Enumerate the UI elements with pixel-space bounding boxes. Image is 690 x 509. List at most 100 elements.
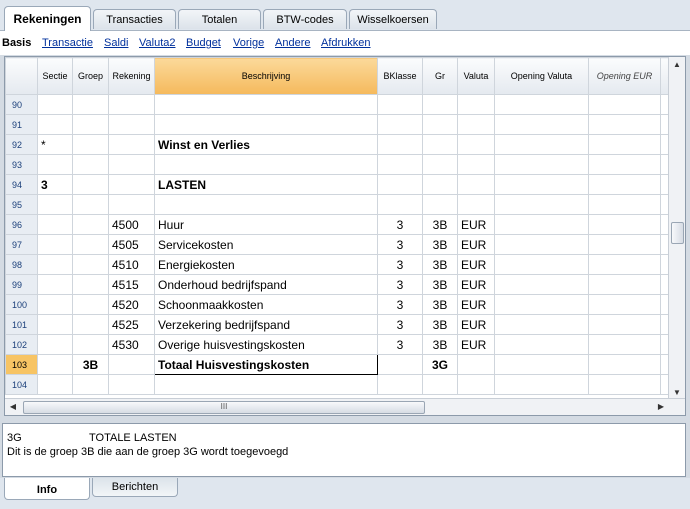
- cell-beschrijving[interactable]: [154, 94, 378, 115]
- cell-groep[interactable]: [72, 374, 109, 395]
- cell-gr[interactable]: 3B: [422, 254, 458, 275]
- cell-beschrijving[interactable]: [154, 374, 378, 395]
- view-andere[interactable]: Andere: [275, 37, 310, 49]
- cell-valuta[interactable]: [457, 354, 495, 375]
- vertical-scroll-thumb[interactable]: [671, 222, 684, 244]
- row-number[interactable]: 104: [5, 374, 38, 395]
- cell-valuta[interactable]: EUR: [457, 214, 495, 235]
- cell-bklasse[interactable]: [377, 94, 423, 115]
- cell-bklasse[interactable]: [377, 174, 423, 195]
- cell-bklasse[interactable]: 3: [377, 214, 423, 235]
- cell-opening-eur[interactable]: [588, 374, 661, 395]
- row-number[interactable]: 93: [5, 154, 38, 175]
- cell-valuta[interactable]: [457, 374, 495, 395]
- cell-bklasse[interactable]: [377, 374, 423, 395]
- cell-sectie[interactable]: [37, 354, 73, 375]
- cell-beschrijving[interactable]: Totaal Huisvestingskosten: [154, 354, 378, 375]
- cell-groep[interactable]: [72, 274, 109, 295]
- column-header-valuta[interactable]: Valuta: [457, 57, 495, 95]
- cell-opening-eur[interactable]: [588, 94, 661, 115]
- row-number[interactable]: 91: [5, 114, 38, 135]
- cell-opening-valuta[interactable]: [494, 374, 589, 395]
- cell-opening-eur[interactable]: [588, 174, 661, 195]
- view-afdrukken[interactable]: Afdrukken: [321, 37, 371, 49]
- cell-valuta[interactable]: [457, 194, 495, 215]
- table-row[interactable]: 98 4510 Energiekosten 3 3B EUR: [5, 254, 681, 275]
- cell-sectie[interactable]: [37, 314, 73, 335]
- cell-sectie[interactable]: [37, 294, 73, 315]
- cell-beschrijving[interactable]: [154, 194, 378, 215]
- cell-bklasse[interactable]: 3: [377, 334, 423, 355]
- cell-groep[interactable]: [72, 114, 109, 135]
- cell-opening-valuta[interactable]: [494, 294, 589, 315]
- cell-sectie[interactable]: *: [37, 134, 73, 155]
- view-budget[interactable]: Budget: [186, 37, 221, 49]
- cell-rekening[interactable]: [108, 194, 155, 215]
- cell-groep[interactable]: 3B: [72, 354, 109, 375]
- cell-rekening[interactable]: 4510: [108, 254, 155, 275]
- cell-gr[interactable]: 3B: [422, 274, 458, 295]
- cell-sectie[interactable]: 3: [37, 174, 73, 195]
- tab-transacties[interactable]: Transacties: [93, 9, 176, 29]
- cell-rekening[interactable]: [108, 174, 155, 195]
- cell-opening-valuta[interactable]: [494, 274, 589, 295]
- table-row[interactable]: 100 4520 Schoonmaakkosten 3 3B EUR: [5, 294, 681, 315]
- cell-beschrijving[interactable]: [154, 114, 378, 135]
- cell-opening-valuta[interactable]: [494, 334, 589, 355]
- view-transactie[interactable]: Transactie: [42, 37, 93, 49]
- column-header-sectie[interactable]: Sectie: [37, 57, 73, 95]
- cell-opening-valuta[interactable]: [494, 314, 589, 335]
- cell-rekening[interactable]: 4525: [108, 314, 155, 335]
- cell-gr[interactable]: 3B: [422, 314, 458, 335]
- cell-rekening[interactable]: 4505: [108, 234, 155, 255]
- cell-opening-valuta[interactable]: [494, 214, 589, 235]
- cell-groep[interactable]: [72, 214, 109, 235]
- scroll-right-icon[interactable]: ▶: [653, 399, 669, 415]
- table-row[interactable]: 93: [5, 154, 681, 175]
- cell-opening-valuta[interactable]: [494, 174, 589, 195]
- cell-opening-eur[interactable]: [588, 154, 661, 175]
- cell-bklasse[interactable]: 3: [377, 294, 423, 315]
- cell-opening-eur[interactable]: [588, 214, 661, 235]
- cell-gr[interactable]: [422, 94, 458, 115]
- cell-groep[interactable]: [72, 174, 109, 195]
- cell-groep[interactable]: [72, 254, 109, 275]
- cell-valuta[interactable]: [457, 114, 495, 135]
- cell-rekening[interactable]: [108, 94, 155, 115]
- cell-opening-eur[interactable]: [588, 314, 661, 335]
- table-row[interactable]: 94 3 LASTEN: [5, 174, 681, 195]
- table-row[interactable]: 91: [5, 114, 681, 135]
- table-row[interactable]: 97 4505 Servicekosten 3 3B EUR: [5, 234, 681, 255]
- cell-gr[interactable]: [422, 194, 458, 215]
- cell-opening-valuta[interactable]: [494, 114, 589, 135]
- cell-rekening[interactable]: [108, 134, 155, 155]
- cell-gr[interactable]: 3B: [422, 234, 458, 255]
- column-header-opening-valuta[interactable]: Opening Valuta: [494, 57, 589, 95]
- view-vorige[interactable]: Vorige: [233, 37, 264, 49]
- cell-sectie[interactable]: [37, 114, 73, 135]
- table-row[interactable]: 92 * Winst en Verlies: [5, 134, 681, 155]
- row-number[interactable]: 100: [5, 294, 38, 315]
- cell-beschrijving[interactable]: Verzekering bedrijfspand: [154, 314, 378, 335]
- cell-beschrijving[interactable]: Energiekosten: [154, 254, 378, 275]
- table-row[interactable]: 95: [5, 194, 681, 215]
- cell-rekening[interactable]: 4530: [108, 334, 155, 355]
- column-header-opening-eur[interactable]: Opening EUR: [588, 57, 661, 95]
- cell-opening-eur[interactable]: [588, 234, 661, 255]
- column-header-beschrijving[interactable]: Beschrijving: [154, 57, 378, 95]
- tab-info[interactable]: Info: [4, 478, 90, 500]
- cell-opening-eur[interactable]: [588, 294, 661, 315]
- cell-bklasse[interactable]: [377, 354, 423, 375]
- cell-gr[interactable]: 3B: [422, 214, 458, 235]
- cell-valuta[interactable]: [457, 154, 495, 175]
- cell-valuta[interactable]: [457, 134, 495, 155]
- cell-beschrijving[interactable]: Overige huisvestingskosten: [154, 334, 378, 355]
- table-row[interactable]: 104: [5, 374, 681, 395]
- cell-groep[interactable]: [72, 234, 109, 255]
- cell-valuta[interactable]: [457, 94, 495, 115]
- cell-groep[interactable]: [72, 194, 109, 215]
- cell-opening-valuta[interactable]: [494, 354, 589, 375]
- cell-groep[interactable]: [72, 134, 109, 155]
- tab-rekeningen[interactable]: Rekeningen: [4, 6, 91, 31]
- tab-wisselkoersen[interactable]: Wisselkoersen: [349, 9, 437, 29]
